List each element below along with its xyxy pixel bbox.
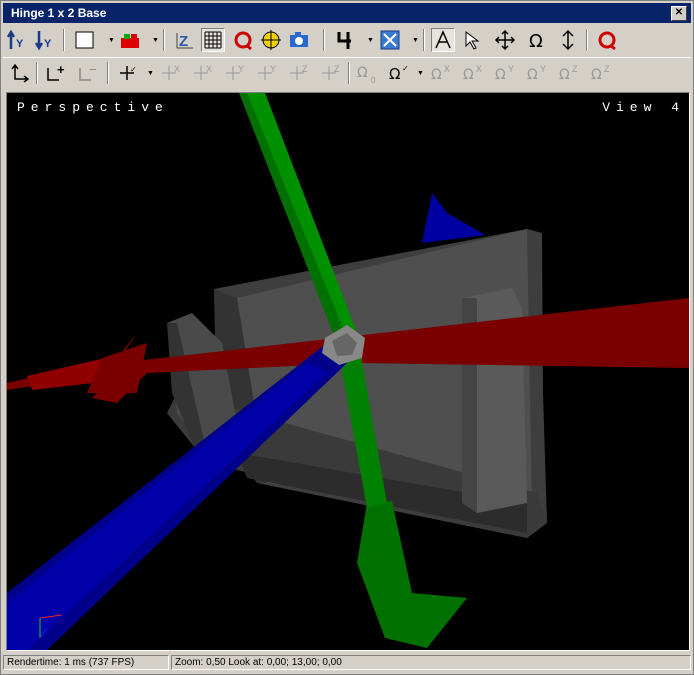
axis-corner-icon[interactable] — [8, 61, 32, 85]
svg-text:Ω: Ω — [529, 31, 543, 51]
z-axis-arrowhead — [422, 193, 485, 243]
svg-text:+: + — [57, 62, 65, 77]
toolbar-separator — [163, 29, 165, 51]
rotate-plus-z-icon[interactable]: ΩZ — [589, 61, 613, 85]
svg-text:Ω: Ω — [559, 67, 570, 83]
toolbar-separator — [586, 29, 588, 51]
svg-text:Ω: Ω — [495, 67, 506, 83]
svg-text:X: X — [206, 64, 212, 74]
svg-text:Y: Y — [270, 64, 276, 74]
application-window: Hinge 1 x 2 Base ✕ Y Y ▼ ▼ Z ▼ ▼ Ω + − ✓… — [0, 0, 694, 675]
refresh-red-icon[interactable] — [231, 28, 255, 52]
color-swatch-icon[interactable] — [73, 28, 97, 52]
svg-text:Ω: Ω — [527, 67, 538, 83]
svg-text:X: X — [476, 64, 482, 74]
svg-text:0: 0 — [371, 76, 376, 84]
3d-viewport[interactable]: Perspective View 4 — [6, 92, 690, 651]
toolbar-separator — [423, 29, 425, 51]
viewport-scene — [7, 93, 689, 650]
view-number-label: View 4 — [602, 100, 685, 115]
axis-plus-icon[interactable]: + — [43, 61, 67, 85]
svg-text:Y: Y — [44, 38, 52, 50]
svg-text:Y: Y — [238, 64, 244, 74]
move-minus-y-icon[interactable]: Y — [224, 61, 248, 85]
rotate-minus-z-icon[interactable]: ΩZ — [557, 61, 581, 85]
zoom-look-status: Zoom: 0,50 Look at: 0,00; 13,00; 0,00 — [171, 655, 691, 670]
toolbar-separator — [36, 62, 38, 84]
svg-text:Ω: Ω — [591, 67, 602, 83]
rotate-zero-icon[interactable]: Ω0 — [355, 61, 379, 85]
svg-text:Z: Z — [334, 64, 340, 74]
move-minus-z-icon[interactable]: Z — [288, 61, 312, 85]
svg-text:Y: Y — [16, 38, 24, 50]
move-plus-z-icon[interactable]: Z — [320, 61, 344, 85]
axis-minus-icon[interactable]: − — [75, 61, 99, 85]
move-minus-x-icon[interactable]: X — [160, 61, 184, 85]
svg-text:−: − — [89, 62, 97, 77]
svg-text:✓: ✓ — [402, 64, 409, 73]
svg-text:✓: ✓ — [130, 65, 137, 74]
camera-icon[interactable] — [287, 28, 311, 52]
view-mode-label: Perspective — [17, 100, 169, 115]
svg-text:Y: Y — [508, 64, 514, 74]
chevron-down-icon[interactable]: ▼ — [108, 37, 115, 44]
render-time-status: Rendertime: 1 ms (737 FPS) — [3, 655, 169, 670]
grid-icon[interactable] — [201, 28, 225, 52]
move-snap-icon[interactable]: ✓ — [115, 61, 139, 85]
svg-text:Ω: Ω — [463, 67, 474, 83]
chevron-down-icon[interactable]: ▼ — [147, 70, 154, 77]
status-bar: Rendertime: 1 ms (737 FPS) Zoom: 0,50 Lo… — [3, 654, 691, 672]
rotate-up-y-icon[interactable]: Y — [5, 28, 29, 52]
toolbar-separator — [63, 29, 65, 51]
rotate-down-y-icon[interactable]: Y — [33, 28, 57, 52]
toolbar-secondary: + − ✓ ▼ X X Y Y Z Z Ω0 Ω ✓ ▼ ΩX ΩX ΩY ΩY … — [3, 57, 691, 88]
zoom-fit-icon[interactable] — [378, 28, 402, 52]
toolbar-separator — [348, 62, 350, 84]
arrow-select-icon[interactable] — [461, 28, 485, 52]
svg-text:Y: Y — [540, 64, 546, 74]
reset-red-icon[interactable] — [595, 28, 619, 52]
chevron-down-icon[interactable]: ▼ — [367, 37, 374, 44]
window-title: Hinge 1 x 2 Base — [11, 6, 107, 20]
move-cross-icon[interactable] — [493, 28, 517, 52]
toolbar-separator — [107, 62, 109, 84]
rotate-minus-x-icon[interactable]: ΩX — [429, 61, 453, 85]
letter-a-icon[interactable] — [431, 28, 455, 52]
chevron-down-icon[interactable]: ▼ — [412, 37, 419, 44]
chevron-down-icon[interactable]: ▼ — [152, 37, 159, 44]
brick-color-icon[interactable] — [118, 28, 142, 52]
digit-4-icon[interactable] — [333, 28, 357, 52]
svg-text:Z: Z — [572, 64, 578, 74]
svg-text:Ω: Ω — [431, 67, 442, 83]
chevron-down-icon[interactable]: ▼ — [417, 70, 424, 77]
toolbar-primary: Y Y ▼ ▼ Z ▼ ▼ Ω — [3, 25, 691, 55]
move-plus-x-icon[interactable]: X — [192, 61, 216, 85]
svg-text:X: X — [444, 64, 450, 74]
svg-text:Z: Z — [179, 33, 188, 50]
svg-text:X: X — [174, 64, 180, 74]
z-axis-icon[interactable]: Z — [173, 28, 197, 52]
rotate-plus-x-icon[interactable]: ΩX — [461, 61, 485, 85]
target-icon[interactable] — [259, 28, 283, 52]
y-axis-arrowhead — [357, 501, 467, 648]
svg-text:Ω: Ω — [357, 65, 368, 81]
svg-text:Z: Z — [604, 64, 610, 74]
move-plus-y-icon[interactable]: Y — [256, 61, 280, 85]
toolbar-separator — [323, 29, 325, 51]
close-icon[interactable]: ✕ — [671, 6, 687, 21]
svg-text:Z: Z — [302, 64, 308, 74]
svg-text:Ω: Ω — [389, 65, 400, 83]
rotate-snap-icon[interactable]: Ω ✓ — [387, 61, 411, 85]
vertical-move-icon[interactable] — [556, 28, 580, 52]
rotate-plus-y-icon[interactable]: ΩY — [525, 61, 549, 85]
rotate-minus-y-icon[interactable]: ΩY — [493, 61, 517, 85]
title-bar[interactable]: Hinge 1 x 2 Base ✕ — [3, 3, 691, 23]
rotate-omega-icon[interactable]: Ω — [525, 28, 549, 52]
